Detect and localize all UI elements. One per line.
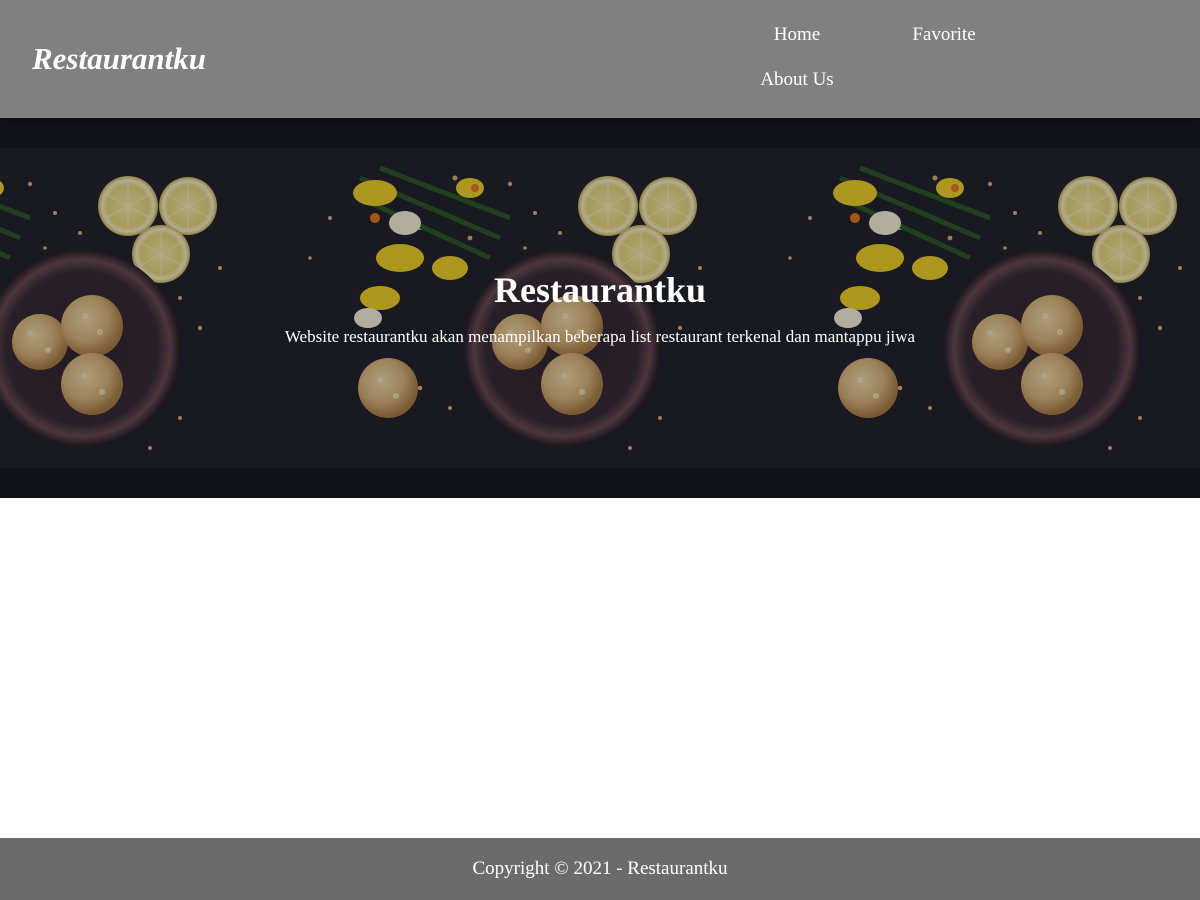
nav-favorite-link[interactable]: Favorite	[874, 23, 1014, 47]
hero-title: Restaurantku	[493, 270, 707, 310]
hero-description: Website restaurantku akan menampilkan be…	[284, 327, 916, 346]
footer: Copyright © 2021 - Restaurantku	[0, 838, 1200, 900]
copyright-text: Copyright © 2021 - Restaurantku	[472, 858, 728, 879]
brand-logo-link[interactable]: Restaurantku	[32, 40, 206, 78]
nav-home-link[interactable]: Home	[727, 23, 867, 47]
main-content	[0, 498, 1200, 838]
hero-section: Restaurantku Website restaurantku akan m…	[0, 118, 1200, 498]
nav-about-link[interactable]: About Us	[727, 68, 867, 92]
app-bar: Restaurantku Home Favorite About Us	[0, 0, 1200, 118]
